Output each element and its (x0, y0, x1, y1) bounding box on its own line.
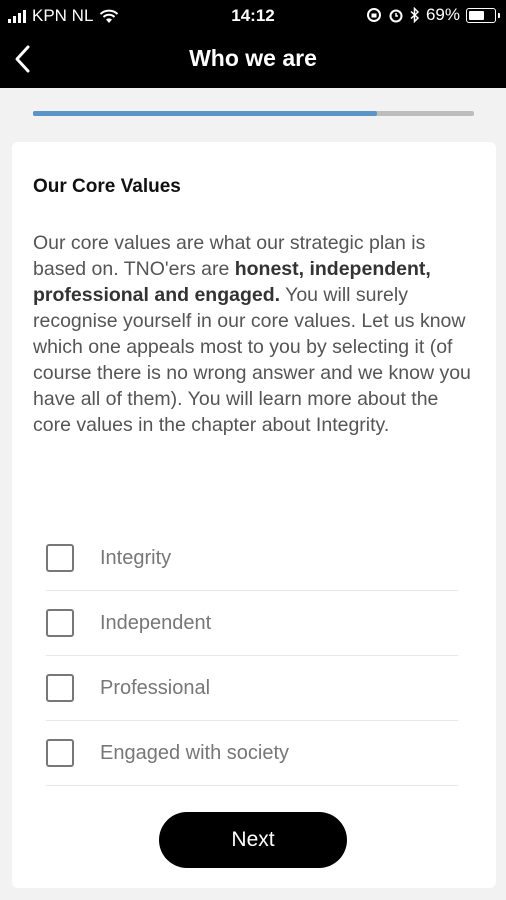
option-label: Integrity (100, 546, 172, 569)
option-label: Professional (100, 676, 211, 699)
content-card: Our Core Values Our core values are what… (12, 142, 496, 888)
progress-fill (33, 111, 377, 116)
options-list: Integrity Independent Professional Engag… (46, 526, 458, 786)
status-right: 69% (366, 5, 500, 25)
option-label: Engaged with society (100, 741, 290, 764)
checkbox[interactable] (46, 609, 74, 637)
option-label: Independent (100, 611, 212, 634)
alarm-icon (389, 9, 403, 23)
nav-bar: Who we are (0, 30, 506, 88)
next-button[interactable]: Next (159, 812, 347, 868)
bluetooth-icon (410, 7, 420, 23)
card-title: Our Core Values (33, 176, 181, 197)
checkbox[interactable] (46, 674, 74, 702)
option-integrity[interactable]: Integrity (46, 526, 458, 591)
battery-percent: 69% (425, 5, 460, 24)
option-independent[interactable]: Independent (46, 591, 458, 656)
checkbox[interactable] (46, 544, 74, 572)
body-bold-1: honest, independent, (234, 258, 431, 280)
option-professional[interactable]: Professional (46, 656, 458, 721)
rotation-lock-icon (366, 8, 381, 22)
option-engaged[interactable]: Engaged with society (46, 721, 458, 786)
page-title: Who we are (189, 45, 317, 71)
progress-bar (33, 111, 474, 116)
body-bold-2: professional and engaged. (33, 284, 281, 306)
status-bar: KPN NL 14:12 69% (0, 0, 506, 30)
checkbox[interactable] (46, 739, 74, 767)
battery-icon (466, 7, 500, 23)
body-text-2: You will surely recognise yourself in ou… (33, 284, 471, 436)
card-body: Our core values are what our strategic p… (33, 230, 473, 438)
